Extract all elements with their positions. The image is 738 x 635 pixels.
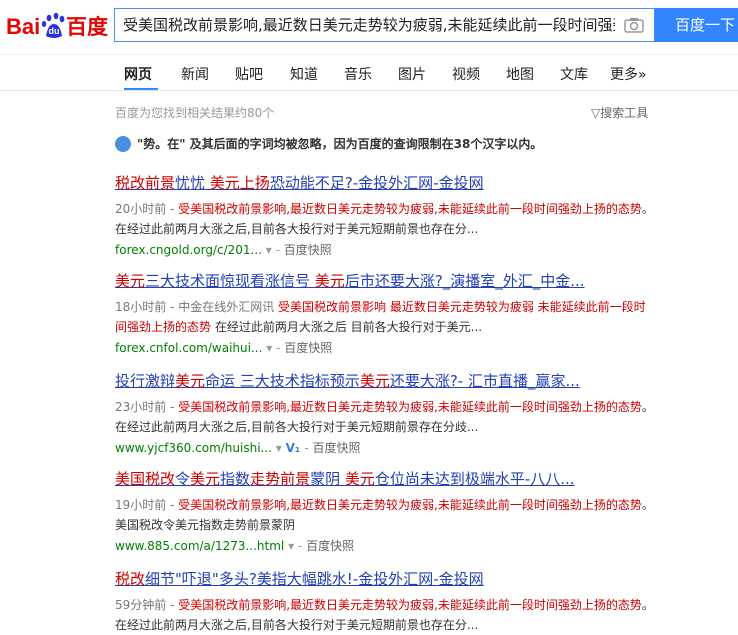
search-result: 美元三大技术面惊现看涨信号 美元后市还要大涨?_演播室_外汇_中金... 18小时… [115, 270, 655, 356]
title-text[interactable]: 指数 [220, 470, 250, 488]
search-result: 美国税改令美元指数走势前景蒙阴 美元仓位尚未达到极端水平-八八... 19小时前 … [115, 468, 655, 554]
tab-images[interactable]: 图片 [398, 64, 426, 84]
search-result: 税改细节"吓退"多头?美指大幅跳水!-金投外汇网-金投网 59分钟前 - 受美国税… [115, 568, 655, 635]
result-time: 18小时前 - 中金在线外汇网讯 [115, 300, 275, 314]
snapshot-link[interactable]: 百度快照 [284, 243, 332, 257]
abstract-highlight: 受美国税改前景影响,最近数日美元走势较为疲弱,未能延续此前一段时间强劲上扬的态势 [174, 202, 642, 216]
title-keyword[interactable]: 美元 [345, 470, 375, 488]
snapshot-link[interactable]: 百度快照 [306, 539, 354, 553]
abstract-highlight: 受美国税改前景影响,最近数日美元走势较为疲弱,未能延续此前一段时间强劲上扬的态势 [174, 598, 642, 612]
tab-zhidao[interactable]: 知道 [290, 64, 318, 84]
dropdown-arrow-icon[interactable]: ▾ [284, 539, 298, 553]
title-keyword[interactable]: 美国税改 [115, 470, 175, 488]
title-keyword[interactable]: 走势前景 [250, 470, 310, 488]
svg-text:百度: 百度 [66, 15, 108, 39]
snapshot-link[interactable]: 百度快照 [313, 441, 361, 455]
svg-text:Bai: Bai [6, 14, 40, 39]
result-abstract: 59分钟前 - 受美国税改前景影响,最近数日美元走势较为疲弱,未能延续此前一段时… [115, 595, 655, 635]
result-title-link[interactable]: 税改细节"吓退"多头?美指大幅跳水!-金投外汇网-金投网 [115, 568, 655, 589]
result-abstract: 20小时前 - 受美国税改前景影响,最近数日美元走势较为疲弱,未能延续此前一段时… [115, 199, 655, 239]
title-text[interactable]: 恐动能不足?-金投外汇网-金投网 [270, 174, 484, 192]
nav-tabs: 网页 新闻 贴吧 知道 音乐 图片 视频 地图 文库 更多» [0, 54, 738, 91]
separator: - [297, 539, 307, 553]
search-input[interactable]: 受美国税改前景影响,最近数日美元走势较为疲弱,未能延续此前一段时间强劲上扬 [115, 9, 615, 41]
tab-news[interactable]: 新闻 [181, 64, 209, 84]
result-url[interactable]: forex.cnfol.com/waihui... [115, 341, 262, 355]
dropdown-arrow-icon[interactable]: ▾ [262, 341, 276, 355]
tab-web[interactable]: 网页 [124, 64, 152, 84]
tab-video[interactable]: 视频 [452, 64, 480, 84]
title-keyword[interactable]: 税改前景 [115, 174, 175, 192]
tab-map[interactable]: 地图 [506, 64, 534, 84]
result-time: 59分钟前 - [115, 598, 175, 612]
title-text[interactable]: 三大技术面惊现看涨信号 [145, 272, 315, 290]
dropdown-arrow-icon[interactable]: ▾ [262, 243, 276, 257]
title-text[interactable]: 命运 三大技术指标预示 [205, 372, 360, 390]
title-text[interactable]: 仓位尚未达到极端水平-八八... [375, 470, 575, 488]
result-time: 20小时前 - [115, 202, 175, 216]
result-title-link[interactable]: 美国税改令美元指数走势前景蒙阴 美元仓位尚未达到极端水平-八八... [115, 468, 655, 489]
abstract-highlight: 受美国税改前景影响,最近数日美元走势较为疲弱,未能延续此前一段时间强劲上扬的态势 [174, 400, 642, 414]
active-tab-underline [124, 88, 158, 90]
search-tools[interactable]: ▽搜索工具 [591, 104, 648, 121]
result-url-line: forex.cnfol.com/waihui... ▾ - 百度快照 [115, 339, 655, 356]
dropdown-arrow-icon[interactable]: ▾ [272, 441, 286, 455]
separator: - [275, 243, 284, 257]
tab-music[interactable]: 音乐 [344, 64, 372, 84]
title-keyword[interactable]: 美元 [360, 372, 390, 390]
separator: - [276, 341, 285, 355]
title-keyword[interactable]: 美元 [175, 372, 205, 390]
v1-verified-icon[interactable]: V₁ [286, 441, 305, 455]
separator: - [304, 441, 313, 455]
search-button[interactable]: 百度一下 [655, 8, 738, 42]
camera-icon[interactable] [624, 17, 644, 33]
result-url-line: forex.cngold.org/c/201... ▾ - 百度快照 [115, 241, 655, 258]
paw-icon [115, 135, 131, 152]
result-time: 23小时前 - [115, 400, 175, 414]
search-result: 投行激辩美元命运 三大技术指标预示美元还要大涨?- 汇市直播_赢家... 23小时… [115, 370, 655, 456]
search-result: 税改前景忧忧 美元上扬恐动能不足?-金投外汇网-金投网 20小时前 - 受美国税改… [115, 172, 655, 258]
result-url[interactable]: www.885.com/a/1273...html [115, 539, 284, 553]
result-count: 百度为您找到相关结果约80个 [115, 106, 275, 120]
result-url[interactable]: forex.cngold.org/c/201... [115, 243, 262, 257]
title-text[interactable]: 蒙阴 [310, 470, 345, 488]
abstract-highlight: 受美国税改前景影响,最近数日美元走势较为疲弱,未能延续此前一段时间强劲上扬的态势 [174, 498, 642, 512]
title-keyword[interactable]: 美元 [115, 272, 145, 290]
tab-tieba[interactable]: 贴吧 [235, 64, 263, 84]
result-title-link[interactable]: 投行激辩美元命运 三大技术指标预示美元还要大涨?- 汇市直播_赢家... [115, 370, 655, 391]
tab-wenku[interactable]: 文库 [560, 64, 588, 84]
search-box: 受美国税改前景影响,最近数日美元走势较为疲弱,未能延续此前一段时间强劲上扬 [114, 8, 655, 42]
title-keyword[interactable]: 美元 [190, 470, 220, 488]
title-text[interactable]: 后市还要大涨?_演播室_外汇_中金... [345, 272, 585, 290]
snapshot-link[interactable]: 百度快照 [284, 341, 332, 355]
result-url-line: www.yjcf360.com/huishi... ▾ V₁ - 百度快照 [115, 439, 655, 456]
svg-text:du: du [49, 26, 60, 36]
title-text[interactable]: 忧忧 [175, 174, 210, 192]
tab-more[interactable]: 更多» [610, 64, 647, 84]
abstract-text: 在经过此前两月大涨之后 目前各大投行对于美元... [211, 320, 483, 334]
result-time: 19小时前 - [115, 498, 175, 512]
baidu-logo[interactable]: Bai du 百度 [6, 10, 110, 40]
result-title-link[interactable]: 美元三大技术面惊现看涨信号 美元后市还要大涨?_演播室_外汇_中金... [115, 270, 655, 291]
result-url[interactable]: www.yjcf360.com/huishi... [115, 441, 272, 455]
top-bar: Bai du 百度 受美国税改前景影响,最近数日美元走势较为疲弱,未能延续此前一… [0, 0, 738, 55]
title-text[interactable]: 令 [175, 470, 190, 488]
title-keyword[interactable]: 美元上扬 [210, 174, 270, 192]
title-text[interactable]: 还要大涨?- 汇市直播_赢家... [390, 372, 580, 390]
title-keyword[interactable]: 税改 [115, 570, 145, 588]
title-text[interactable]: 细节"吓退"多头?美指大幅跳水!-金投外汇网-金投网 [145, 570, 484, 588]
query-limit-hint: "势。在" 及其后面的字词均被忽略，因为百度的查询限制在38个汉字以内。 [115, 135, 542, 153]
result-url-line: www.885.com/a/1273...html ▾ - 百度快照 [115, 537, 655, 554]
result-abstract: 18小时前 - 中金在线外汇网讯 受美国税改前景影响 最近数日美元走势较为疲弱 … [115, 297, 655, 337]
result-abstract: 23小时前 - 受美国税改前景影响,最近数日美元走势较为疲弱,未能延续此前一段时… [115, 397, 655, 437]
title-keyword[interactable]: 美元 [315, 272, 345, 290]
result-abstract: 19小时前 - 受美国税改前景影响,最近数日美元走势较为疲弱,未能延续此前一段时… [115, 495, 655, 535]
hint-text: "势。在" 及其后面的字词均被忽略，因为百度的查询限制在38个汉字以内。 [137, 137, 543, 151]
result-title-link[interactable]: 税改前景忧忧 美元上扬恐动能不足?-金投外汇网-金投网 [115, 172, 655, 193]
title-text[interactable]: 投行激辩 [115, 372, 175, 390]
